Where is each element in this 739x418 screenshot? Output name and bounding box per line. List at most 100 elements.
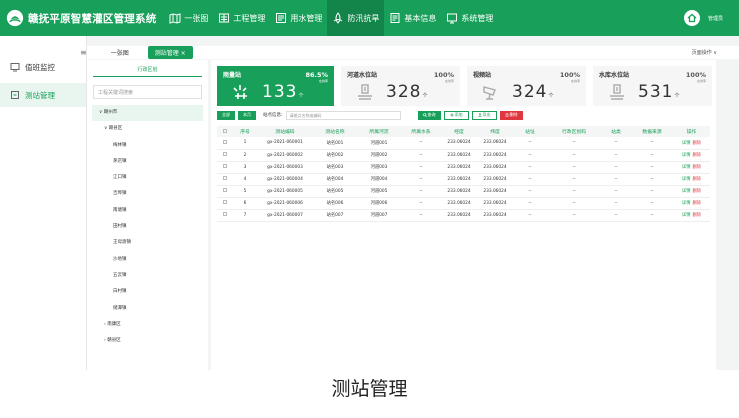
station-search-input[interactable]: 请输点名称或编码: [285, 110, 401, 120]
detail-link[interactable]: 详情: [682, 213, 691, 218]
image-caption: 测站管理: [331, 378, 408, 400]
row-checkbox[interactable]: [217, 209, 233, 222]
sidebar-item-label: 值班监控: [25, 62, 55, 72]
row-checkbox[interactable]: [217, 185, 233, 198]
tabs-bar: ≡ 一张图 测站管理 × 页面操作 ∨: [80, 46, 739, 59]
row-checkbox[interactable]: [217, 161, 233, 174]
row-checkbox[interactable]: [217, 149, 233, 162]
export-button[interactable]: 导出: [471, 110, 497, 120]
column-header[interactable]: 经度: [441, 126, 477, 137]
select-all-checkbox[interactable]: [217, 126, 233, 137]
detail-link[interactable]: 详情: [682, 153, 691, 158]
detail-link[interactable]: 详情: [682, 177, 691, 182]
table-cell: --: [401, 209, 441, 222]
delete-link[interactable]: 删除: [693, 213, 702, 218]
home-button[interactable]: [683, 10, 700, 26]
table-cell: 站名004: [313, 173, 357, 186]
filter-month-button[interactable]: 本月: [238, 110, 256, 120]
table-cell: --: [547, 209, 601, 222]
table-cell: 233.06024: [477, 185, 513, 198]
menu-toggle-button[interactable]: ≡: [73, 46, 94, 59]
table-cell: --: [547, 185, 601, 198]
tree-node[interactable]: 田村镇: [87, 219, 208, 235]
table-cell: --: [631, 137, 673, 150]
stat-card-river-level[interactable]: 河道水位站 100% 在线率 328个: [341, 66, 460, 106]
tree-node[interactable]: 南塘镇: [87, 203, 208, 219]
tree-node[interactable]: 白村镇: [87, 284, 208, 300]
nav-item-flood-control[interactable]: 防汛抗旱: [327, 0, 385, 36]
column-header[interactable]: 序号: [233, 126, 257, 137]
page-operations-menu[interactable]: 页面操作 ∨: [692, 49, 717, 56]
home-icon: [687, 13, 697, 23]
table-cell: 站名002: [313, 149, 357, 162]
delete-link[interactable]: 删除: [693, 177, 702, 182]
add-button[interactable]: 添加: [443, 110, 469, 120]
table-cell: 233.06024: [441, 161, 477, 174]
station-info-label: 站点信息:: [263, 113, 283, 118]
app-screenshot: 赣抚平原智慧灌区管理系统 一张图 工程管理 用水管理 防汛抗旱 基本信息 系统管…: [0, 0, 739, 370]
detail-link[interactable]: 详情: [682, 141, 691, 146]
delete-link[interactable]: 删除: [693, 201, 702, 206]
table-cell: --: [631, 161, 673, 174]
filter-all-button[interactable]: 全部: [217, 110, 235, 120]
table-cell: --: [513, 173, 547, 186]
tab-station-management[interactable]: 测站管理 ×: [147, 46, 193, 59]
table-cell: 6: [233, 197, 257, 210]
tree-search-input[interactable]: 工程关键词搜索: [93, 85, 202, 99]
sidebar-item-station-management[interactable]: 测站管理: [0, 83, 86, 107]
delete-button[interactable]: 删除: [499, 110, 523, 120]
column-header[interactable]: 测站编码: [257, 126, 313, 137]
row-checkbox[interactable]: [217, 197, 233, 210]
tree-node[interactable]: 沙地镇: [87, 252, 208, 268]
stat-card-rain[interactable]: 雨量站 86.5% 在线率 133个: [217, 66, 334, 106]
detail-link[interactable]: 详情: [682, 165, 691, 170]
user-name[interactable]: 管理员: [708, 15, 723, 22]
tree-node[interactable]: 五云镇: [87, 268, 208, 284]
tree-node[interactable]: ∨ 赣县区: [87, 121, 208, 137]
column-header[interactable]: 所属水系: [401, 126, 441, 137]
delete-link[interactable]: 删除: [693, 189, 702, 194]
column-header[interactable]: 纬度: [477, 126, 513, 137]
detail-link[interactable]: 详情: [682, 201, 691, 206]
column-header[interactable]: 站址: [513, 126, 547, 137]
column-header[interactable]: 测站名称: [313, 126, 357, 137]
tree-node[interactable]: 梅林镇: [87, 138, 208, 154]
column-header[interactable]: 行政区划码: [547, 126, 601, 137]
column-header[interactable]: 所属河流: [357, 126, 401, 137]
table-cell: gx-2021-060002: [257, 149, 313, 162]
nav-item-water-use[interactable]: 用水管理: [270, 0, 327, 36]
detail-link[interactable]: 详情: [682, 189, 691, 194]
query-button[interactable]: 查询: [417, 110, 441, 120]
tree-node[interactable]: 茅店镇: [87, 154, 208, 170]
delete-link[interactable]: 删除: [693, 165, 702, 170]
nav-item-map[interactable]: 一张图: [164, 0, 213, 36]
delete-link[interactable]: 删除: [693, 141, 702, 146]
region-tree-panel: 行政区划 工程关键词搜索 ∨ 赣州市 ∨ 赣县区 梅林镇 茅店镇 江口镇 吉埠镇…: [87, 60, 208, 370]
tree-node[interactable]: 王母渡镇: [87, 235, 208, 251]
stat-card-video[interactable]: 视频站 100% 在线率 324个: [467, 66, 586, 106]
row-checkbox[interactable]: [217, 173, 233, 186]
table-cell: --: [631, 149, 673, 162]
tree-node[interactable]: ∨ 赣州市: [92, 105, 203, 122]
table-cell: 233.06024: [441, 149, 477, 162]
column-header[interactable]: 数据来源: [631, 126, 673, 137]
tree-node[interactable]: › 赣县区: [87, 333, 208, 349]
tree-node[interactable]: › 南康区: [87, 317, 208, 333]
tree-node[interactable]: 江口镇: [87, 170, 208, 186]
table-row: 1 gx-2021-060001 站名001 河道001 -- 233.06024 233.…: [217, 137, 710, 150]
monitor-icon: [10, 63, 20, 72]
stat-card-reservoir[interactable]: 水库水位站 100% 在线率 531个: [593, 66, 712, 106]
nav-item-basic-info[interactable]: 基本信息: [384, 0, 441, 36]
nav-item-system[interactable]: 系统管理: [441, 0, 498, 36]
row-checkbox[interactable]: [217, 137, 233, 150]
table-cell: gx-2021-060003: [257, 161, 313, 174]
tree-node[interactable]: 吉埠镇: [87, 186, 208, 202]
column-header[interactable]: 站类: [601, 126, 631, 137]
delete-link[interactable]: 删除: [693, 153, 702, 158]
card-percent-label: 在线率: [444, 79, 454, 83]
column-header[interactable]: 操作: [673, 126, 710, 137]
tree-node[interactable]: 储潭镇: [87, 301, 208, 317]
nav-item-project[interactable]: 工程管理: [213, 0, 270, 36]
tab-map[interactable]: 一张图: [104, 46, 136, 59]
table-cell: 河道004: [357, 173, 401, 186]
